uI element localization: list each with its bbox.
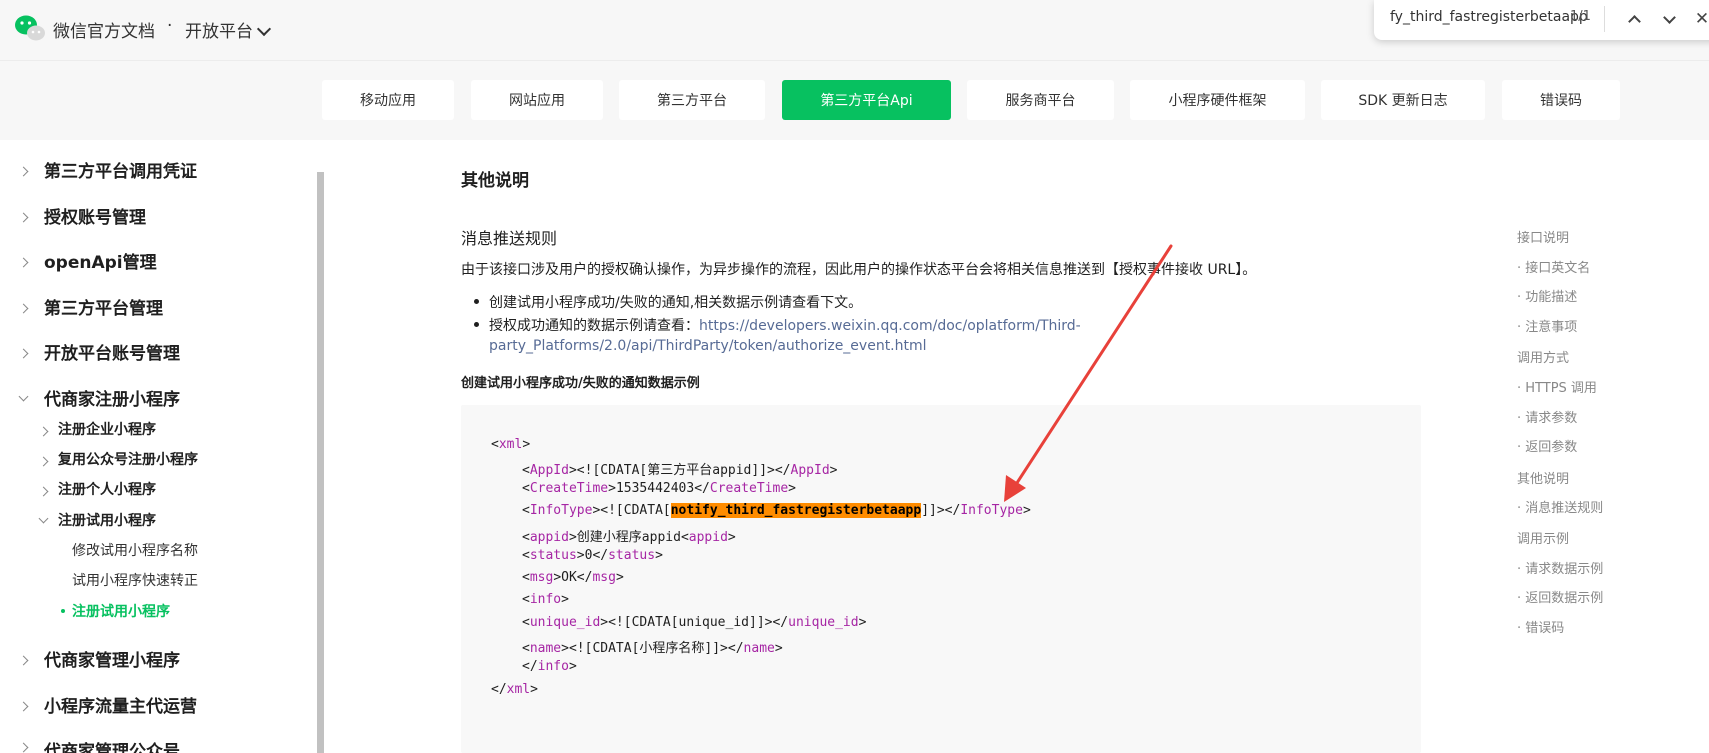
wechat-logo-icon[interactable] xyxy=(14,14,46,42)
chevron-right-icon xyxy=(18,212,29,223)
authorize-event-link[interactable]: https://developers.weixin.qq.com/doc/opl… xyxy=(699,318,1081,334)
toc-item[interactable]: · 注意事项 xyxy=(1517,316,1577,335)
sidebar-item[interactable]: 代商家管理公众号 xyxy=(44,737,180,753)
code-line: <name><![CDATA[小程序名称]]></name> xyxy=(522,641,783,656)
chevron-right-icon xyxy=(18,257,29,268)
tab-third-party-platform[interactable]: 第三方平台 xyxy=(619,80,765,120)
tab-third-party-platform-api[interactable]: 第三方平台Api xyxy=(782,80,951,120)
brand-title[interactable]: 微信官方文档 xyxy=(53,17,155,42)
chevron-down-icon xyxy=(18,391,29,402)
toc-item[interactable]: · 请求参数 xyxy=(1517,407,1577,426)
chevron-down-icon xyxy=(256,21,272,37)
chevron-right-icon xyxy=(38,426,49,437)
sidebar-item[interactable]: 第三方平台管理 xyxy=(44,294,163,319)
platform-label: 开放平台 xyxy=(185,22,253,42)
chevron-right-icon xyxy=(38,486,49,497)
category-nav: 移动应用 网站应用 第三方平台 第三方平台Api 服务商平台 小程序硬件框架 S… xyxy=(0,61,1709,140)
code-line: <info> xyxy=(522,592,569,607)
search-highlight: notify_third_fastregisterbetaapp xyxy=(670,503,922,518)
list-item-text: 授权成功通知的数据示例请查看： xyxy=(489,318,699,334)
tab-website-app[interactable]: 网站应用 xyxy=(471,80,603,120)
chevron-right-icon xyxy=(18,655,29,666)
code-line: </xml> xyxy=(491,682,538,697)
active-bullet-icon xyxy=(61,609,65,613)
sidebar-item[interactable]: 第三方平台调用凭证 xyxy=(44,157,197,182)
sidebar-item[interactable]: openApi管理 xyxy=(44,248,157,273)
find-bar: fy_third_fastregisterbetaapp 1/1 ✕ xyxy=(1374,0,1709,40)
chevron-down-icon xyxy=(38,513,49,524)
subsection-heading: 消息推送规则 xyxy=(461,229,558,248)
tab-hardware-framework[interactable]: 小程序硬件框架 xyxy=(1130,80,1305,120)
toc-item[interactable]: · 返回参数 xyxy=(1517,436,1577,455)
chevron-right-icon xyxy=(18,742,29,753)
tab-mobile-app[interactable]: 移动应用 xyxy=(322,80,454,120)
sidebar-leaf[interactable]: 试用小程序快速转正 xyxy=(72,570,198,590)
toc-item[interactable]: 其他说明 xyxy=(1517,468,1569,487)
chevron-right-icon xyxy=(18,303,29,314)
code-line: <status>0</status> xyxy=(522,548,663,563)
sidebar-subitem[interactable]: 注册企业小程序 xyxy=(58,419,156,439)
find-close-button[interactable]: ✕ xyxy=(1690,6,1709,32)
chevron-right-icon xyxy=(18,701,29,712)
find-input[interactable]: fy_third_fastregisterbetaapp xyxy=(1390,9,1588,25)
toc-item[interactable]: · 错误码 xyxy=(1517,617,1564,636)
list-bullet xyxy=(474,299,479,304)
code-line: <AppId><![CDATA[第三方平台appid]]></AppId> xyxy=(522,463,838,478)
sidebar-subitem[interactable]: 复用公众号注册小程序 xyxy=(58,449,198,469)
sidebar-subitem[interactable]: 注册个人小程序 xyxy=(58,479,156,499)
find-match-count: 1/1 xyxy=(1570,9,1591,24)
toc-item[interactable]: · HTTPS 调用 xyxy=(1517,377,1597,396)
sidebar-item[interactable]: 代商家注册小程序 xyxy=(44,385,180,410)
sidebar-item[interactable]: 小程序流量主代运营 xyxy=(44,692,197,717)
code-line: <xml> xyxy=(491,437,531,452)
find-divider xyxy=(1604,6,1605,32)
chevron-right-icon xyxy=(38,456,49,467)
sidebar-item[interactable]: 代商家管理小程序 xyxy=(44,646,180,671)
code-block: <xml> <AppId><![CDATA[第三方平台appid]]></App… xyxy=(461,405,1421,753)
sidebar-item[interactable]: 开放平台账号管理 xyxy=(44,339,180,364)
authorize-event-link-cont[interactable]: party_Platforms/2.0/api/ThirdParty/token… xyxy=(489,338,927,354)
tab-sdk-changelog[interactable]: SDK 更新日志 xyxy=(1321,80,1485,120)
section-heading: 其他说明 xyxy=(461,171,529,191)
find-previous-button[interactable] xyxy=(1622,6,1646,32)
toc-item[interactable]: 调用方式 xyxy=(1517,347,1569,366)
toc-item[interactable]: · 请求数据示例 xyxy=(1517,558,1603,577)
chevron-right-icon xyxy=(18,166,29,177)
platform-dropdown[interactable]: 开放平台 xyxy=(185,17,272,42)
code-line: <InfoType><![CDATA[notify_third_fastregi… xyxy=(522,503,1031,518)
list-item: 创建试用小程序成功/失败的通知,相关数据示例请查看下文。 xyxy=(489,295,863,311)
code-line: <CreateTime>1535442403</CreateTime> xyxy=(522,481,796,496)
list-item: 授权成功通知的数据示例请查看：https://developers.weixin… xyxy=(489,315,1081,335)
code-line: </info> xyxy=(522,659,577,674)
sidebar-nav: 第三方平台调用凭证 授权账号管理 openApi管理 第三方平台管理 开放平台账… xyxy=(0,140,265,753)
sidebar-leaf[interactable]: 修改试用小程序名称 xyxy=(72,540,198,560)
chevron-right-icon xyxy=(18,348,29,359)
find-next-button[interactable] xyxy=(1657,6,1681,32)
toc-item[interactable]: · 消息推送规则 xyxy=(1517,497,1603,516)
sidebar-item[interactable]: 授权账号管理 xyxy=(44,203,146,228)
example-heading: 创建试用小程序成功/失败的通知数据示例 xyxy=(461,376,700,391)
code-line: <appid>创建小程序appid<appid> xyxy=(522,530,736,545)
description-text: 由于该接口涉及用户的授权确认操作，为异步操作的流程，因此用户的操作状态平台会将相… xyxy=(461,262,1257,278)
toc-item[interactable]: 接口说明 xyxy=(1517,227,1569,246)
toc-item[interactable]: · 功能描述 xyxy=(1517,286,1577,305)
sidebar-gutter xyxy=(265,140,317,753)
toc-item[interactable]: 调用示例 xyxy=(1517,528,1569,547)
toc-item[interactable]: · 接口英文名 xyxy=(1517,257,1590,276)
code-line: <unique_id><![CDATA[unique_id]]></unique… xyxy=(522,615,867,630)
sidebar-subitem[interactable]: 注册试用小程序 xyxy=(58,510,156,530)
tab-error-codes[interactable]: 错误码 xyxy=(1502,80,1620,120)
tab-service-provider[interactable]: 服务商平台 xyxy=(967,80,1114,120)
code-line: <msg>OK</msg> xyxy=(522,570,624,585)
list-bullet xyxy=(474,322,479,327)
sidebar-scrollbar[interactable] xyxy=(317,172,324,753)
toc-item[interactable]: · 返回数据示例 xyxy=(1517,587,1603,606)
header-separator: · xyxy=(167,16,173,36)
sidebar-leaf-active[interactable]: 注册试用小程序 xyxy=(72,601,170,621)
